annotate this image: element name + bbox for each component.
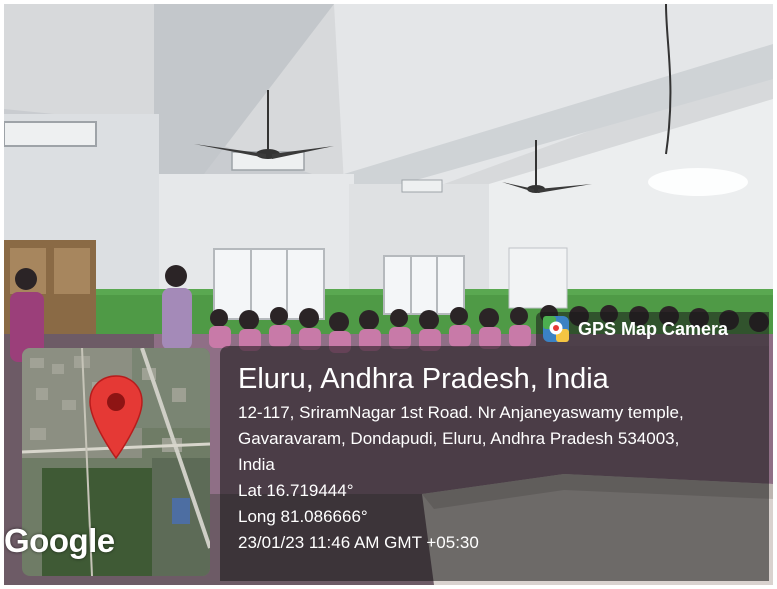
location-details: Eluru, Andhra Pradesh, India 12-117, Sri…: [238, 360, 684, 556]
timestamp: 23/01/23 11:46 AM GMT +05:30: [238, 533, 479, 552]
google-logo: Google: [4, 522, 115, 559]
latitude: Lat 16.719444°: [238, 481, 354, 500]
map-pin-icon: [89, 375, 143, 460]
longitude: Long 81.086666°: [238, 507, 368, 526]
address-line-2: Gavaravaram, Dondapudi, Eluru, Andhra Pr…: [238, 429, 680, 448]
address-line-1: 12-117, SriramNagar 1st Road. Nr Anjaney…: [238, 403, 684, 422]
gps-map-camera-app-icon: [543, 316, 569, 342]
app-name: GPS Map Camera: [578, 318, 729, 339]
app-badge: GPS Map Camera: [536, 312, 769, 346]
address-line-3: India: [238, 455, 275, 474]
location-title: Eluru, Andhra Pradesh, India: [238, 363, 609, 395]
